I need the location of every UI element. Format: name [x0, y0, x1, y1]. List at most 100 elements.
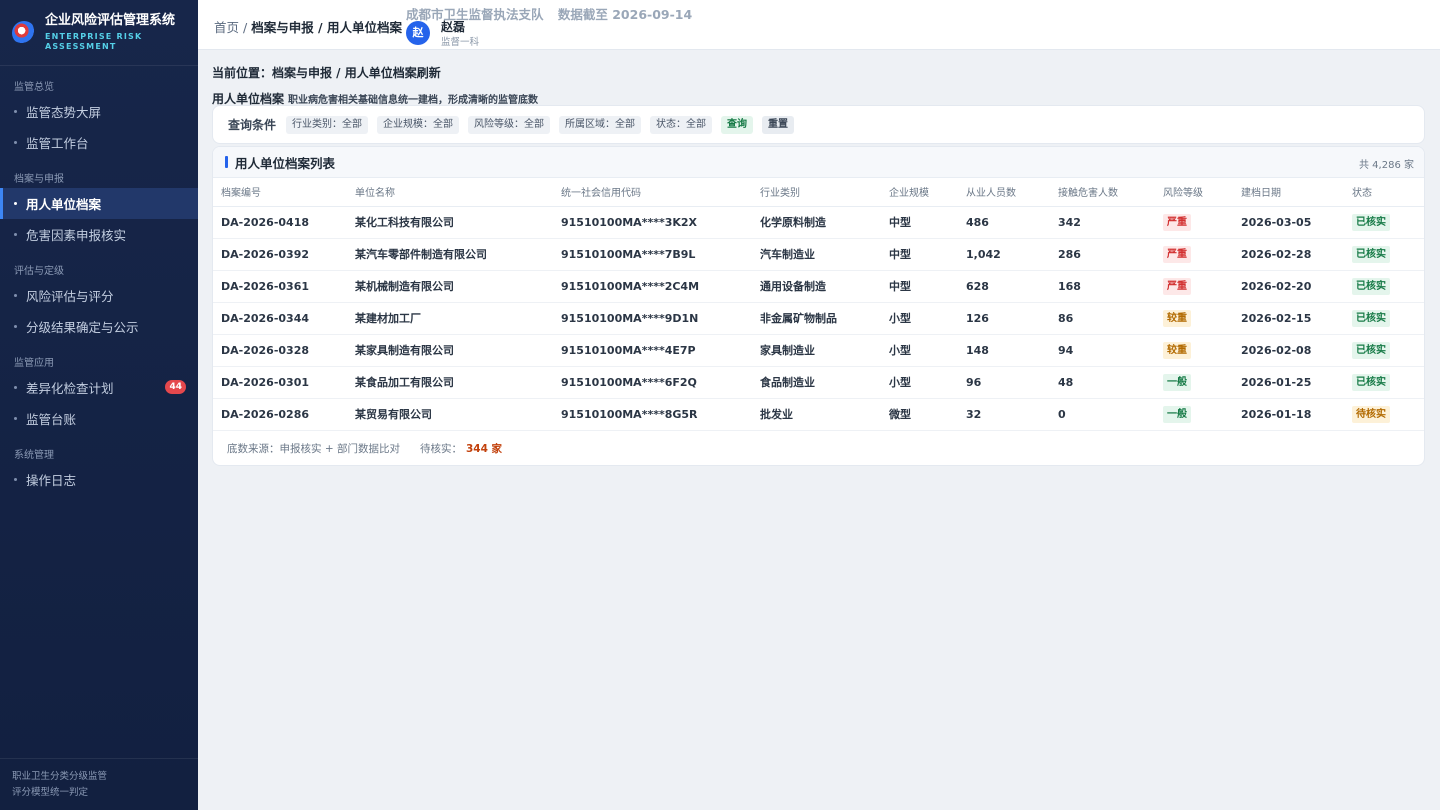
nav-group: 监管总览监管态势大屏监管工作台 [0, 66, 198, 158]
sidebar-item-label: 监管工作台 [26, 136, 89, 151]
risk-level-badge: 一般 [1163, 373, 1191, 391]
footer-line-2: 评分模型统一判定 [12, 787, 89, 798]
table-cell: 0 [1050, 398, 1155, 431]
column-header: 单位名称 [347, 178, 553, 207]
column-header: 状态 [1344, 178, 1424, 207]
table-cell: 2026-01-18 [1233, 398, 1344, 431]
table-row[interactable]: DA-2026-0418 某化工科技有限公司 91510100MA****3K2X 化… [213, 206, 1424, 239]
nav-group: 系统管理 操作日志 [0, 434, 198, 495]
table-cell: 168 [1050, 270, 1155, 303]
sidebar-item[interactable]: 监管工作台 [0, 127, 198, 158]
sidebar-item[interactable]: 危害因素申报核实 [0, 219, 198, 250]
column-header: 建档日期 [1233, 178, 1344, 207]
table-cell: 148 [958, 334, 1050, 367]
table-cell: 96 [958, 366, 1050, 399]
table-row[interactable]: DA-2026-0328 某家具制造有限公司 91510100MA****4E7P 家… [213, 334, 1424, 367]
pending-label: 待核实： [419, 442, 462, 455]
filter-industry[interactable]: 行业类别：全部 [286, 115, 369, 134]
filter-status[interactable]: 状态：全部 [650, 115, 713, 134]
filter-scale[interactable]: 企业规模：全部 [377, 115, 460, 134]
table-cell: DA-2026-0418 [213, 206, 347, 239]
brand-title: 企业风险评估管理系统 [45, 13, 176, 28]
table-cell: 某贸易有限公司 [347, 398, 553, 431]
sidebar-item-label: 风险评估与评分 [26, 289, 114, 304]
table-cell: 严重 [1155, 270, 1233, 303]
sidebar: 企业风险评估管理系统 ENTERPRISE RISK ASSESSMENT 监管… [0, 0, 198, 810]
table-cell: 2026-03-05 [1233, 206, 1344, 239]
sidebar-item[interactable]: 监管台账 [0, 403, 198, 434]
sidebar-item[interactable]: 差异化检查计划 44 [0, 372, 198, 403]
reset-button[interactable]: 重置 [762, 115, 795, 134]
sidebar-item[interactable]: 分级结果确定与公示 [0, 311, 198, 342]
org-name: 成都市卫生监督执法支队 [406, 7, 544, 22]
bullet-icon [14, 202, 17, 205]
sidebar-item-label: 监管台账 [26, 412, 77, 427]
table-row[interactable]: DA-2026-0392 某汽车零部件制造有限公司 91510100MA****7B… [213, 238, 1424, 271]
bullet-icon [14, 110, 17, 113]
table-cell: 严重 [1155, 206, 1233, 239]
table-cell: 家具制造业 [752, 334, 881, 367]
sidebar-item[interactable]: 监管态势大屏 [0, 96, 198, 127]
column-header: 风险等级 [1155, 178, 1233, 207]
pending-count: 344 家 [465, 442, 503, 455]
table-row[interactable]: DA-2026-0301 某食品加工有限公司 91510100MA****6F2Q 食… [213, 366, 1424, 399]
table-cell: 91510100MA****9D1N [553, 302, 752, 335]
nav-group: 评估与定级风险评估与评分分级结果确定与公示 [0, 250, 198, 342]
sidebar-item[interactable]: 用人单位档案 [0, 188, 198, 219]
column-header: 行业类别 [752, 178, 881, 207]
table-cell: 中型 [881, 270, 958, 303]
breadcrumb-home[interactable]: 首页 [214, 20, 239, 35]
sidebar-item-label: 分级结果确定与公示 [26, 320, 139, 335]
data-source-note: 底数来源：申报核实 + 部门数据比对 [227, 442, 400, 455]
table-cell: 2026-02-15 [1233, 302, 1344, 335]
risk-level-badge: 严重 [1163, 245, 1191, 263]
table-cell: 2026-02-20 [1233, 270, 1344, 303]
breadcrumb-separator: / [239, 20, 252, 35]
table-cell: 较重 [1155, 334, 1233, 367]
table-cell: 486 [958, 206, 1050, 239]
table-header-row: 档案编号 单位名称 统一社会信用代码 行业类别 企业规模 从业人员数 接触危害人数 风险等级建… [213, 178, 1424, 207]
breadcrumb-current: 档案与申报 / 用人单位档案 [251, 20, 402, 35]
table-cell: DA-2026-0286 [213, 398, 347, 431]
sidebar-nav: 监管总览监管态势大屏监管工作台档案与申报用人单位档案 危害因素申报核实评估与定级风… [0, 66, 198, 495]
table-cell: 小型 [881, 366, 958, 399]
sidebar-item[interactable]: 操作日志 [0, 464, 198, 495]
nav-group-title: 评估与定级 [14, 266, 64, 277]
query-button[interactable]: 查询 [721, 115, 754, 134]
table-row[interactable]: DA-2026-0361 某机械制造有限公司 91510100MA****2C4M 通… [213, 270, 1424, 303]
topbar: 首页 / 档案与申报 / 用人单位档案 成都市卫生监督执法支队 数据截至 202… [198, 0, 1440, 50]
section-title: 用人单位档案 [212, 92, 285, 106]
nav-group-title: 监管总览 [14, 82, 54, 93]
table-cell: 较重 [1155, 302, 1233, 335]
table-cell: 一般 [1155, 366, 1233, 399]
filter-region[interactable]: 所属区域：全部 [559, 115, 642, 134]
filter-bar: 查询条件 行业类别：全部 企业规模：全部 风险等级：全部 所属区域：全部 状态：… [212, 105, 1425, 144]
table-cell: 91510100MA****2C4M [553, 270, 752, 303]
table-row[interactable]: DA-2026-0286 某贸易有限公司 91510100MA****8G5R 批发业… [213, 398, 1424, 431]
table-cell: 32 [958, 398, 1050, 431]
brand-subtitle-1: ENTERPRISE RISK [45, 32, 143, 41]
table-cell: 91510100MA****3K2X [553, 206, 752, 239]
table-cell: 已核实 [1344, 366, 1424, 399]
status-badge: 已核实 [1352, 341, 1390, 359]
sidebar-footer: 职业卫生分类分级监管 评分模型统一判定 [0, 758, 198, 810]
sidebar-item[interactable]: 风险评估与评分 [0, 280, 198, 311]
table-cell: 94 [1050, 334, 1155, 367]
status-badge: 已核实 [1352, 373, 1390, 391]
table-cell: DA-2026-0392 [213, 238, 347, 271]
table-cell: 2026-02-28 [1233, 238, 1344, 271]
table-cell: 91510100MA****7B9L [553, 238, 752, 271]
brand-logo-icon [12, 20, 36, 45]
table-cell: 通用设备制造 [752, 270, 881, 303]
table-cell: 某建材加工厂 [347, 302, 553, 335]
bullet-icon [14, 141, 17, 144]
table-cell: 一般 [1155, 398, 1233, 431]
avatar[interactable]: 赵 [406, 21, 430, 45]
filter-risk-level[interactable]: 风险等级：全部 [468, 115, 551, 134]
table-cell: 批发业 [752, 398, 881, 431]
nav-group: 档案与申报用人单位档案 危害因素申报核实 [0, 158, 198, 250]
status-badge: 待核实 [1352, 405, 1390, 423]
nav-group-title: 档案与申报 [14, 174, 64, 185]
table-cell: 某化工科技有限公司 [347, 206, 553, 239]
table-row[interactable]: DA-2026-0344 某建材加工厂 91510100MA****9D1N 非金属矿… [213, 302, 1424, 335]
